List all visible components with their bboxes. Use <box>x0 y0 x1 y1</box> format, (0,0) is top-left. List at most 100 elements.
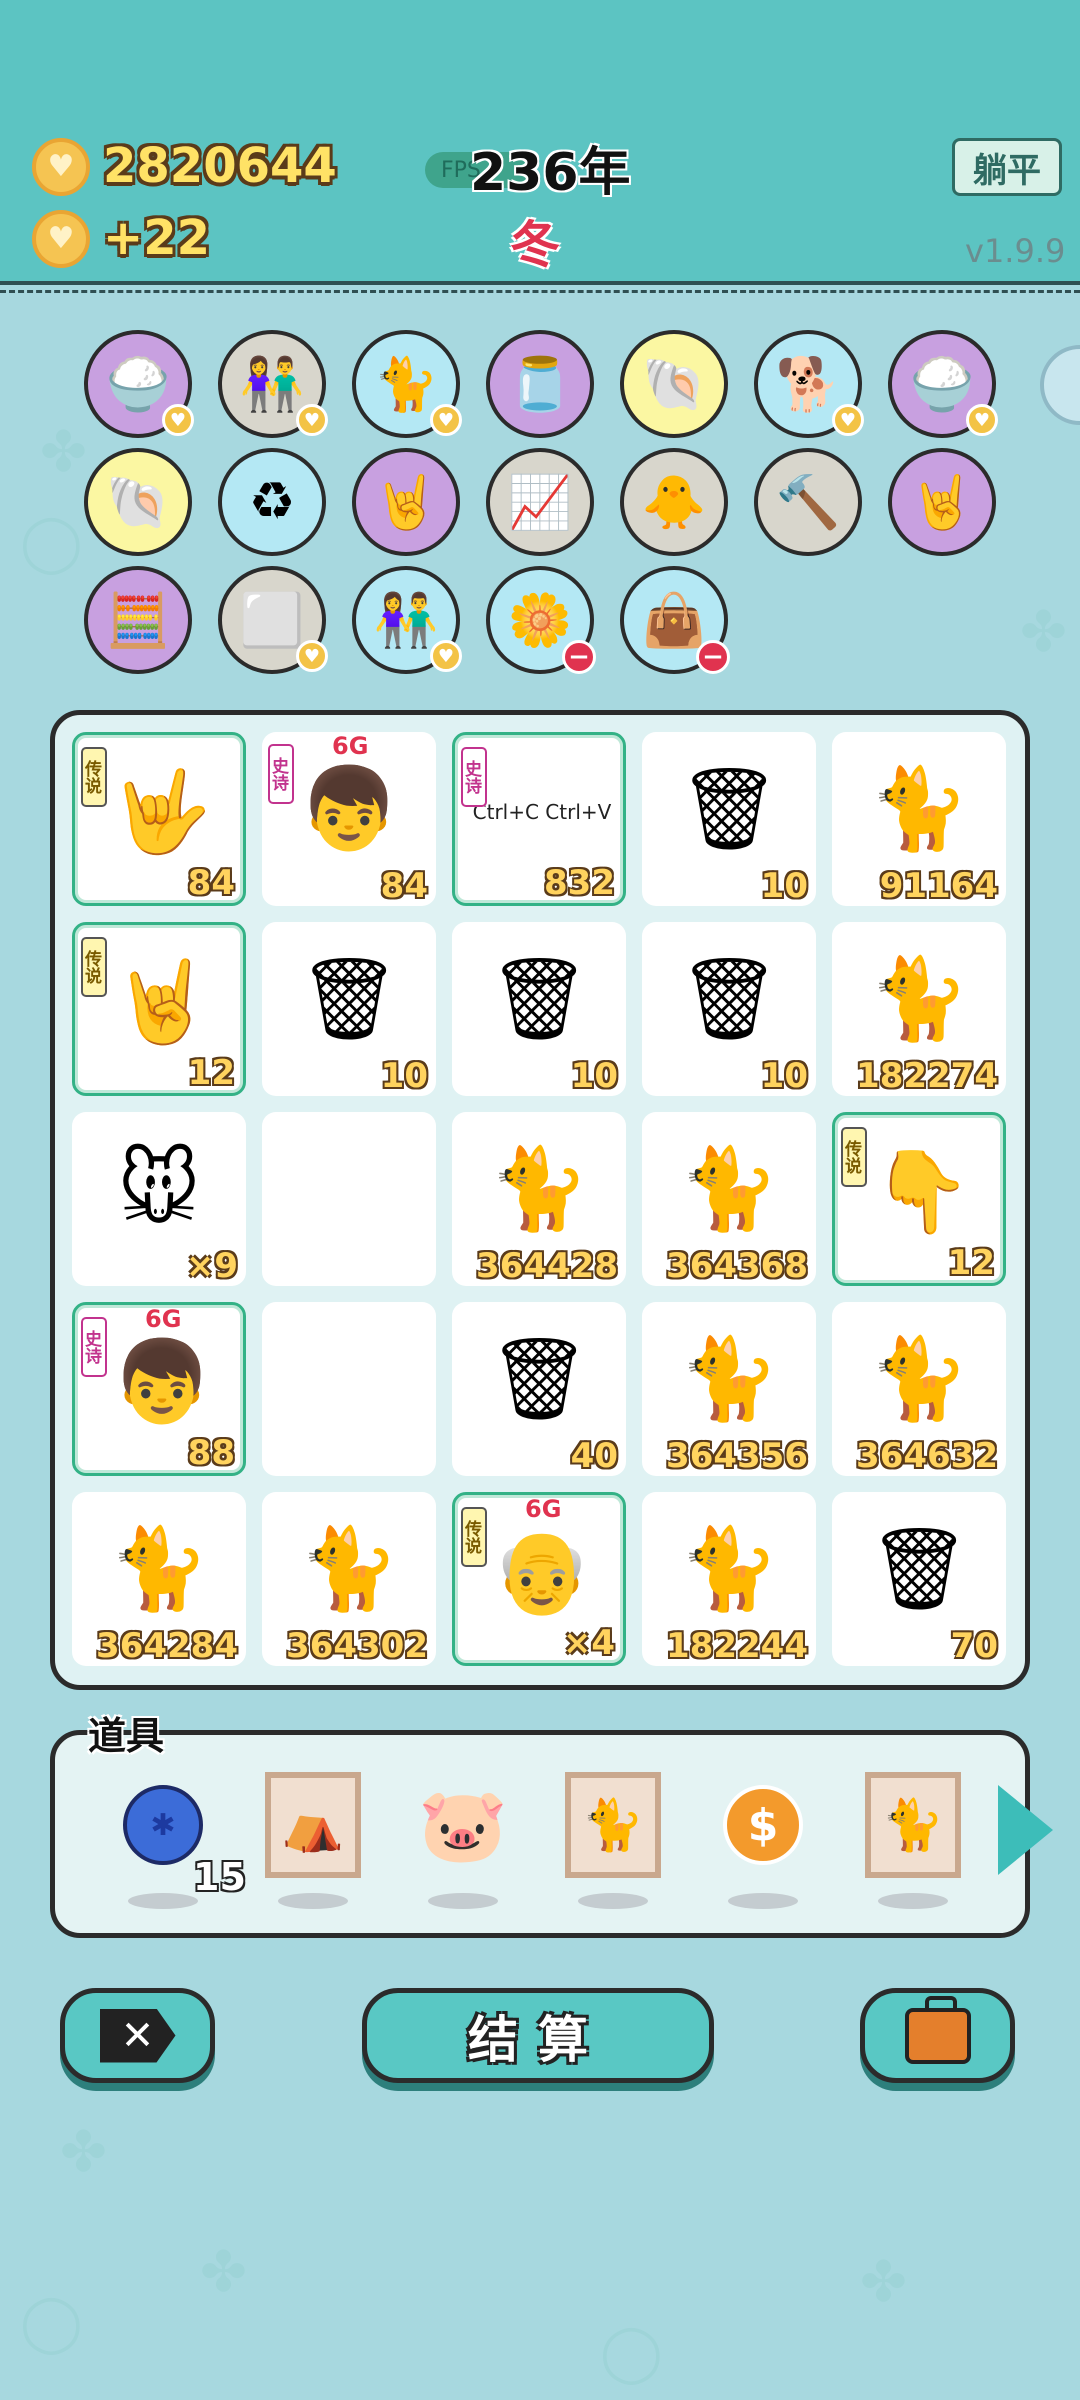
empty-grid-slot[interactable] <box>262 1302 436 1476</box>
chick-egg-icon[interactable]: 🐥 <box>620 448 728 556</box>
dollar-coin-icon[interactable]: $ <box>713 1775 813 1875</box>
grid-cell[interactable]: Ctrl+C Ctrl+V 史诗 832 <box>452 732 626 906</box>
grid-cell[interactable]: 🐈 91164 <box>832 732 1006 906</box>
cat-icon: 🐈 <box>869 952 969 1045</box>
husky-icon[interactable]: 🐕 ♥ <box>754 330 864 438</box>
rice-bowl-icon[interactable]: 🍚 ♥ <box>888 330 998 438</box>
grid-cell[interactable]: 🐈 364368 <box>642 1112 816 1286</box>
grid-cell[interactable]: 🐈 364302 <box>262 1492 436 1666</box>
grid-cell[interactable]: 🤘 传说 12 <box>72 922 246 1096</box>
item-count: 10 <box>760 1056 808 1096</box>
cow-people-icon[interactable]: 👫 ♥ <box>352 566 462 674</box>
grid-cell[interactable]: 🐭 ×9 <box>72 1112 246 1286</box>
grid-cell[interactable]: 🤟 传说 84 <box>72 732 246 906</box>
hammer-icon[interactable]: 🔨 <box>754 448 862 556</box>
trash-bag-icon: 🗑 <box>868 1522 970 1615</box>
prop-count: 15 <box>193 1855 246 1899</box>
mouse-icon: 🐭 <box>117 1142 201 1236</box>
cow-people-icon[interactable]: 👫 ♥ <box>218 330 328 438</box>
grid-cell[interactable]: 🐈 364284 <box>72 1492 246 1666</box>
season-display: 冬 <box>510 216 560 274</box>
sugar-cubes-icon[interactable]: ⬜ ♥ <box>218 566 328 674</box>
background-flower-icon: ✤ <box>60 2120 107 2185</box>
heart-badge-icon: ♥ <box>296 640 328 672</box>
rarity-badge: 史诗 <box>268 744 294 804</box>
copy-paste-text: Ctrl+C Ctrl+V <box>472 800 612 824</box>
piggy-bank-icon[interactable]: 🐷 <box>413 1775 513 1875</box>
rarity-badge: 史诗 <box>461 747 487 807</box>
network-tag: 6G <box>145 1305 182 1333</box>
minus-badge-icon: − <box>562 640 596 674</box>
grid-cell[interactable]: 👇 传说 12 <box>832 1112 1006 1286</box>
flower-pot-icon[interactable]: 🌼 − <box>486 566 596 674</box>
shell-icon[interactable]: 🐚 <box>84 448 192 556</box>
cat-icon: 🐈 <box>109 1522 209 1615</box>
item-count: 364368 <box>666 1246 808 1286</box>
grid-cell[interactable]: 🗑 10 <box>642 922 816 1096</box>
background-flower-icon: ✤ <box>860 2250 907 2315</box>
props-title: 道具 <box>88 1714 165 1758</box>
grid-cell[interactable]: 👦 史诗 6G 84 <box>262 732 436 906</box>
rarity-badge: 传说 <box>81 937 107 997</box>
rock-hand-icon[interactable]: 🤘 <box>352 448 460 556</box>
heart-badge-icon: ♥ <box>162 404 194 436</box>
next-arrow-icon[interactable] <box>998 1785 1053 1875</box>
green-bag-icon[interactable]: 👜 − <box>620 566 730 674</box>
item-count: 84 <box>380 866 428 906</box>
prop-shadow <box>578 1893 648 1909</box>
rice-bowl-icon[interactable]: 🍚 ♥ <box>84 330 194 438</box>
backpack-button[interactable] <box>860 1988 1015 2083</box>
grid-cell[interactable]: 🗑 10 <box>452 922 626 1096</box>
cat-tunnel-icon[interactable]: 🐈 ♥ <box>352 330 462 438</box>
cat-icon: 🐈 <box>489 1142 589 1235</box>
windmill-picture-icon[interactable]: ⛺ <box>263 1772 363 1878</box>
heart-badge-icon: ♥ <box>430 404 462 436</box>
cat-icon: 🐈 <box>679 1142 779 1235</box>
grid-cell[interactable]: 👴 传说 6G ×4 <box>452 1492 626 1666</box>
item-count: 364284 <box>96 1626 238 1666</box>
cat-picture-icon[interactable]: 🐈 <box>863 1772 963 1878</box>
empty-grid-slot[interactable] <box>262 1112 436 1286</box>
item-count: 84 <box>187 863 235 903</box>
income-coin-icon: ♥ <box>32 210 90 268</box>
cat-icon: 🐈 <box>869 762 969 855</box>
grid-cell[interactable]: 🐈 182274 <box>832 922 1006 1096</box>
settle-button[interactable]: 结算 <box>362 1988 714 2083</box>
cat-picture-icon[interactable]: 🐈 <box>563 1772 663 1878</box>
lie-flat-button[interactable]: 躺平 <box>952 138 1062 196</box>
prop-shadow <box>278 1893 348 1909</box>
grid-cell[interactable]: 👦 史诗 6G 88 <box>72 1302 246 1476</box>
item-count: 40 <box>570 1436 618 1476</box>
cancel-button[interactable]: ✕ <box>60 1988 215 2083</box>
growth-chart-icon[interactable]: 📈 <box>486 448 594 556</box>
item-count: 364428 <box>476 1246 618 1286</box>
background-flower-icon: ✤ <box>1020 600 1067 665</box>
item-count: 91164 <box>879 866 998 906</box>
grid-cell[interactable]: 🗑 10 <box>642 732 816 906</box>
header-divider <box>0 290 1080 293</box>
grid-cell[interactable]: 🐈 364428 <box>452 1112 626 1286</box>
recycle-bag-icon[interactable]: ♻ <box>218 448 326 556</box>
side-drawer-handle[interactable] <box>1040 345 1080 425</box>
grid-cell[interactable]: 🗑 40 <box>452 1302 626 1476</box>
heart-badge-icon: ♥ <box>832 404 864 436</box>
briefcase-icon <box>904 1995 971 2064</box>
item-count: 364302 <box>286 1626 428 1666</box>
rarity-badge: 史诗 <box>81 1317 107 1377</box>
math-head-icon[interactable]: 🧮 <box>84 566 192 674</box>
item-count: 88 <box>187 1433 235 1473</box>
trash-bag-icon: 🗑 <box>678 952 780 1045</box>
minus-badge-icon: − <box>696 640 730 674</box>
grid-cell[interactable]: 🐈 182244 <box>642 1492 816 1666</box>
rarity-badge: 传说 <box>461 1507 487 1567</box>
jar-icon[interactable]: 🫙 <box>486 330 594 438</box>
grid-cell[interactable]: 🐈 364632 <box>832 1302 1006 1476</box>
rock-hand-icon[interactable]: 🤘 <box>888 448 996 556</box>
prop-shadow <box>878 1893 948 1909</box>
grid-cell[interactable]: 🗑 10 <box>262 922 436 1096</box>
grid-cell[interactable]: 🐈 364356 <box>642 1302 816 1476</box>
item-count: 364356 <box>666 1436 808 1476</box>
shell-icon[interactable]: 🐚 <box>620 330 728 438</box>
item-count: 12 <box>947 1243 995 1283</box>
grid-cell[interactable]: 🗑 70 <box>832 1492 1006 1666</box>
